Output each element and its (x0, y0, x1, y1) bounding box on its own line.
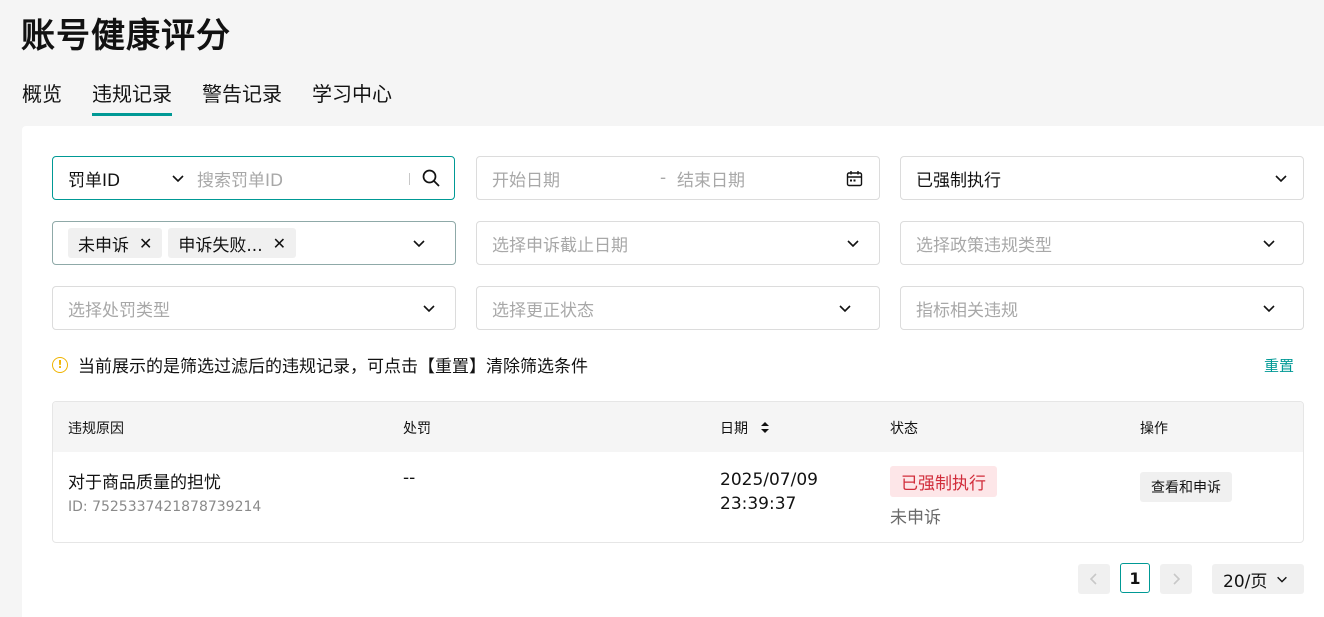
enforcement-value: 已强制执行 (916, 170, 1001, 191)
table-header: 违规原因 处罚 日期 状态 操作 (53, 402, 1303, 452)
column-penalty: 处罚 (403, 421, 431, 437)
metric-related-select[interactable]: 指标相关违规 (900, 286, 1304, 330)
tab-learning-center[interactable]: 学习中心 (312, 80, 392, 116)
violation-id: ID: 7525337421878739214 (68, 499, 262, 515)
column-status: 状态 (890, 421, 918, 437)
metric-related-placeholder: 指标相关违规 (916, 300, 1018, 321)
violation-reason: 对于商品质量的担忧 (68, 473, 221, 493)
column-reason: 违规原因 (68, 421, 124, 437)
search-icon[interactable] (421, 168, 441, 193)
page-size-select[interactable]: 20/页 (1212, 564, 1304, 594)
violation-date: 2025/07/09 (720, 470, 818, 490)
reset-link[interactable]: 重置 (1264, 355, 1294, 376)
enforcement-select[interactable]: 已强制执行 (900, 156, 1304, 200)
status-badge: 已强制执行 (890, 466, 997, 497)
sort-icon[interactable] (760, 419, 770, 439)
search-input[interactable]: 搜索罚单ID (197, 166, 283, 191)
chevron-down-icon (411, 235, 427, 256)
chevron-down-icon (421, 300, 437, 316)
calendar-icon (846, 170, 863, 192)
tag-appeal-failed: 申诉失败... ✕ (168, 228, 297, 258)
end-date-input[interactable]: 结束日期 (677, 166, 745, 191)
page-button-1[interactable]: 1 (1120, 563, 1150, 593)
chevron-down-icon[interactable] (170, 170, 186, 191)
column-date-label: 日期 (720, 421, 748, 437)
page-title: 账号健康评分 (21, 16, 231, 56)
penalty-type-placeholder: 选择处罚类型 (68, 300, 170, 321)
tag-not-appealed: 未申诉 ✕ (68, 228, 163, 258)
chevron-left-icon (1089, 573, 1097, 585)
chevron-down-icon (837, 300, 853, 316)
tab-bar: 概览 违规记录 警告记录 学习中心 (22, 80, 422, 116)
view-and-appeal-button[interactable]: 查看和申诉 (1140, 472, 1232, 502)
appeal-deadline-select[interactable]: 选择申诉截止日期 (476, 221, 880, 265)
filter-notice: ! 当前展示的是筛选过滤后的违规记录，可点击【重置】清除筛选条件 (52, 352, 588, 377)
close-icon[interactable]: ✕ (139, 234, 152, 253)
tab-warnings[interactable]: 警告记录 (202, 80, 282, 116)
tab-overview[interactable]: 概览 (22, 80, 62, 116)
policy-type-select[interactable]: 选择政策违规类型 (900, 221, 1304, 265)
page-size-value: 20/页 (1223, 571, 1268, 592)
chevron-down-icon (1275, 572, 1289, 586)
chevron-down-icon (1261, 300, 1277, 316)
correction-status-select[interactable]: 选择更正状态 (476, 286, 880, 330)
column-action: 操作 (1140, 421, 1168, 437)
table-row: 对于商品质量的担忧 ID: 7525337421878739214 -- 202… (53, 452, 1303, 542)
search-type-select[interactable]: 罚单ID (68, 166, 120, 191)
warning-icon: ! (52, 356, 68, 373)
close-icon[interactable]: ✕ (273, 234, 286, 253)
appeal-deadline-placeholder: 选择申诉截止日期 (492, 235, 628, 256)
search-field[interactable]: 罚单ID 搜索罚单ID (52, 156, 455, 200)
chevron-right-icon (1173, 573, 1181, 585)
tag-label: 未申诉 (78, 235, 129, 256)
main-panel: 罚单ID 搜索罚单ID 开始日期 - 结束日期 已强制执行 未申诉 ✕ 申诉失败… (22, 126, 1324, 617)
tag-label: 申诉失败... (178, 235, 263, 256)
penalty-value: -- (403, 468, 416, 488)
violation-datetime: 2025/07/09 23:39:37 (720, 468, 818, 516)
chevron-down-icon (845, 235, 861, 251)
divider (409, 173, 410, 185)
correction-status-placeholder: 选择更正状态 (492, 300, 594, 321)
date-separator: - (660, 168, 667, 188)
column-date[interactable]: 日期 (720, 418, 770, 439)
tab-violations[interactable]: 违规记录 (92, 80, 172, 116)
prev-page-button[interactable] (1078, 564, 1110, 594)
date-range-picker[interactable]: 开始日期 - 结束日期 (476, 156, 880, 200)
chevron-down-icon (1261, 235, 1277, 251)
chevron-down-icon (1273, 170, 1289, 186)
notice-text: 当前展示的是筛选过滤后的违规记录，可点击【重置】清除筛选条件 (78, 357, 588, 377)
appeal-status-select[interactable]: 未申诉 ✕ 申诉失败... ✕ (52, 221, 456, 265)
appeal-status-text: 未申诉 (890, 508, 941, 528)
violation-time: 23:39:37 (720, 494, 797, 514)
penalty-type-select[interactable]: 选择处罚类型 (52, 286, 456, 330)
next-page-button[interactable] (1160, 564, 1192, 594)
violations-table: 违规原因 处罚 日期 状态 操作 对于商品质量的担忧 ID: 752533742… (52, 401, 1304, 543)
start-date-input[interactable]: 开始日期 (492, 166, 560, 191)
policy-type-placeholder: 选择政策违规类型 (916, 235, 1052, 256)
